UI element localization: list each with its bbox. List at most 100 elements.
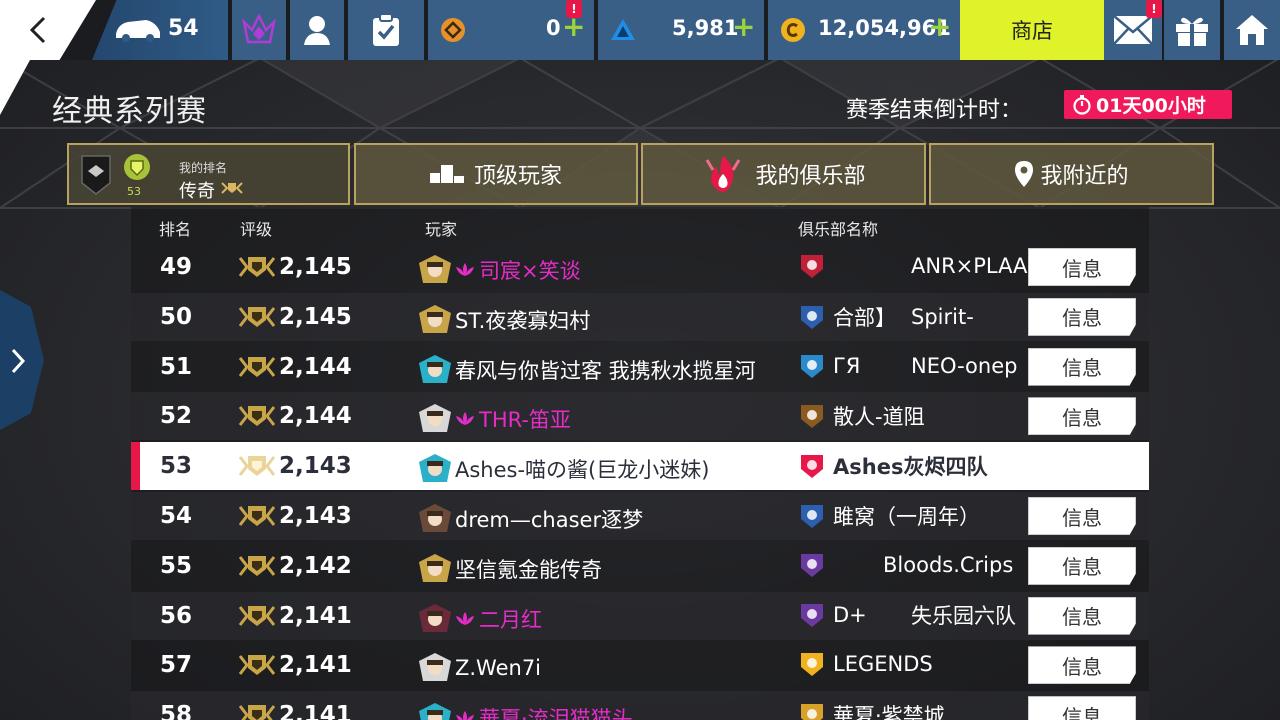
legend-rating-icon (239, 555, 275, 576)
legend-pass-button[interactable] (230, 0, 286, 60)
token-alert-badge: ! (566, 0, 582, 18)
table-row[interactable]: 58 2,141 華夏·流泪猫猫头 華夏·紫禁城 信息 (131, 691, 1149, 720)
blueprint-currency[interactable]: 5,981 + (596, 0, 764, 60)
info-button[interactable]: 信息 (1028, 546, 1136, 585)
home-button[interactable] (1222, 0, 1280, 60)
mail-icon (1113, 15, 1153, 45)
club-cell: 雎窝（一周年） (799, 501, 980, 531)
missions-button[interactable] (346, 0, 424, 60)
token-icon (441, 18, 465, 42)
player-cell: drem—chaser逐梦 (417, 501, 643, 537)
blueprint-add-button[interactable]: + (732, 10, 755, 43)
player-name: Z.Wen7i (455, 656, 542, 681)
rating: 2,141 (239, 652, 352, 678)
blueprint-icon (611, 19, 635, 40)
player-name: drem—chaser逐梦 (455, 508, 644, 532)
club-emblem-icon (801, 405, 823, 429)
rating-value: 2,144 (279, 403, 352, 430)
tab-nearby[interactable]: 我附近的 (929, 143, 1214, 205)
table-row[interactable]: 50 2,145 ST.夜袭寡妇村 合部】 Spirit- 信息 (131, 292, 1149, 341)
shop-button[interactable]: 商店 (960, 0, 1104, 60)
rating-value: 2,143 (279, 503, 352, 529)
rating-value: 2,141 (279, 602, 352, 629)
club-cell: 華夏·紫禁城 (799, 700, 945, 720)
club-emblem-icon (801, 704, 823, 720)
avatar-icon (419, 504, 451, 532)
season-countdown-value: 01天00小时 (1096, 95, 1206, 117)
rank-position: 55 (160, 552, 193, 579)
info-button[interactable]: 信息 (1028, 646, 1136, 685)
club-name: NEO-onep (911, 353, 1018, 378)
tab-top-players-label: 顶级玩家 (473, 164, 562, 189)
profile-button[interactable] (288, 0, 344, 60)
back-button[interactable] (0, 0, 96, 60)
top-bar: 54 0 + ! 5,981 + 12,054,961 + 商店 ! (0, 0, 1280, 60)
rank-position: 53 (160, 453, 193, 480)
my-rank-tier: 传奇 (179, 181, 215, 202)
tab-my-rank[interactable]: 53 我的排名 传奇 (67, 143, 350, 205)
info-button[interactable]: 信息 (1028, 297, 1136, 336)
rating: 2,145 (239, 254, 352, 280)
rating-value: 2,141 (279, 702, 352, 720)
club-name: LEGENDS (833, 652, 933, 677)
player-avatar (417, 551, 453, 587)
token-currency[interactable]: 0 + ! (426, 0, 594, 60)
club-cell: ANR×PLAA (799, 252, 1027, 280)
club-cell: Ashes灰烬四队 (799, 451, 987, 481)
table-row[interactable]: 49 2,145 司宸×笑谈 ANR×PLAA 信息 (131, 243, 1149, 291)
rating: 2,144 (239, 354, 352, 380)
club-tag: ГЯ (833, 353, 861, 378)
info-button[interactable]: 信息 (1028, 248, 1136, 286)
rating: 2,144 (239, 403, 352, 429)
token-value: 0 (546, 16, 561, 40)
rating: 2,142 (239, 553, 352, 579)
info-button[interactable]: 信息 (1028, 696, 1136, 720)
info-button[interactable]: 信息 (1028, 397, 1136, 436)
avatar-icon (419, 255, 451, 283)
tab-nearby-label: 我附近的 (1040, 164, 1129, 189)
location-pin-icon (1015, 161, 1034, 187)
header-rating: 评级 (240, 220, 273, 239)
rank-position: 58 (160, 702, 193, 720)
club-emblem-icon (801, 305, 823, 329)
club-cell: D+ 失乐园六队 (799, 601, 1016, 629)
player-name: 春风与你皆过客 我携秋水揽星河 (455, 358, 756, 383)
tab-top-players[interactable]: 顶级玩家 (354, 143, 638, 205)
rating: 2,141 (239, 702, 352, 720)
rating: 2,141 (239, 603, 352, 629)
lotus-icon (455, 611, 475, 627)
table-row[interactable]: 52 2,144 THR-笛亚 散人-道阻 信息 (131, 392, 1149, 441)
table-row[interactable]: 56 2,141 二月红 D+ 失乐园六队 信息 (131, 591, 1149, 640)
garage-button[interactable]: 54 (92, 0, 228, 60)
legend-rating-icon (239, 705, 275, 720)
avatar-icon (419, 653, 451, 682)
credits-add-button[interactable]: + (928, 10, 951, 43)
table-row[interactable]: 55 2,142 坚信氪金能传奇 Bloods.Crips 信息 (131, 542, 1149, 590)
rank-position: 50 (160, 303, 193, 330)
player-avatar (417, 501, 453, 537)
player-avatar (417, 650, 453, 686)
player-cell: 司宸×笑谈 (417, 252, 581, 288)
table-row[interactable]: 51 2,144 春风与你皆过客 我携秋水揽星河 ГЯ NEO-onep 信息 (131, 343, 1149, 391)
table-row[interactable]: 57 2,141 Z.Wen7i LEGENDS 信息 (131, 641, 1149, 689)
player-name: 司宸×笑谈 (479, 259, 581, 283)
rating-value: 2,141 (279, 652, 352, 679)
legend-rating-icon (239, 506, 275, 526)
club-emblem-icon (801, 354, 823, 378)
info-button[interactable]: 信息 (1028, 596, 1136, 635)
table-header: 排名 评级 玩家 俱乐部名称 (131, 207, 1149, 243)
gift-button[interactable] (1162, 0, 1220, 60)
legend-rating-icon (239, 406, 275, 427)
home-icon (1236, 15, 1268, 45)
table-row[interactable]: 54 2,143 drem—chaser逐梦 雎窝（一周年） 信息 (131, 492, 1149, 540)
player-avatar (417, 700, 453, 720)
rank-position: 56 (160, 602, 193, 629)
club-name: ANR×PLAA (911, 254, 1028, 278)
lotus-icon (455, 411, 475, 427)
credits-currency[interactable]: 12,054,961 + (766, 0, 960, 60)
info-button[interactable]: 信息 (1028, 497, 1136, 535)
tab-my-club[interactable]: 我的俱乐部 (641, 143, 926, 205)
info-button[interactable]: 信息 (1028, 347, 1136, 386)
avatar-icon (419, 703, 451, 720)
table-row-current-player[interactable]: 53 2,143 Ashes-喵の酱(巨龙小迷妹) Ashes灰烬四队 (131, 442, 1149, 491)
